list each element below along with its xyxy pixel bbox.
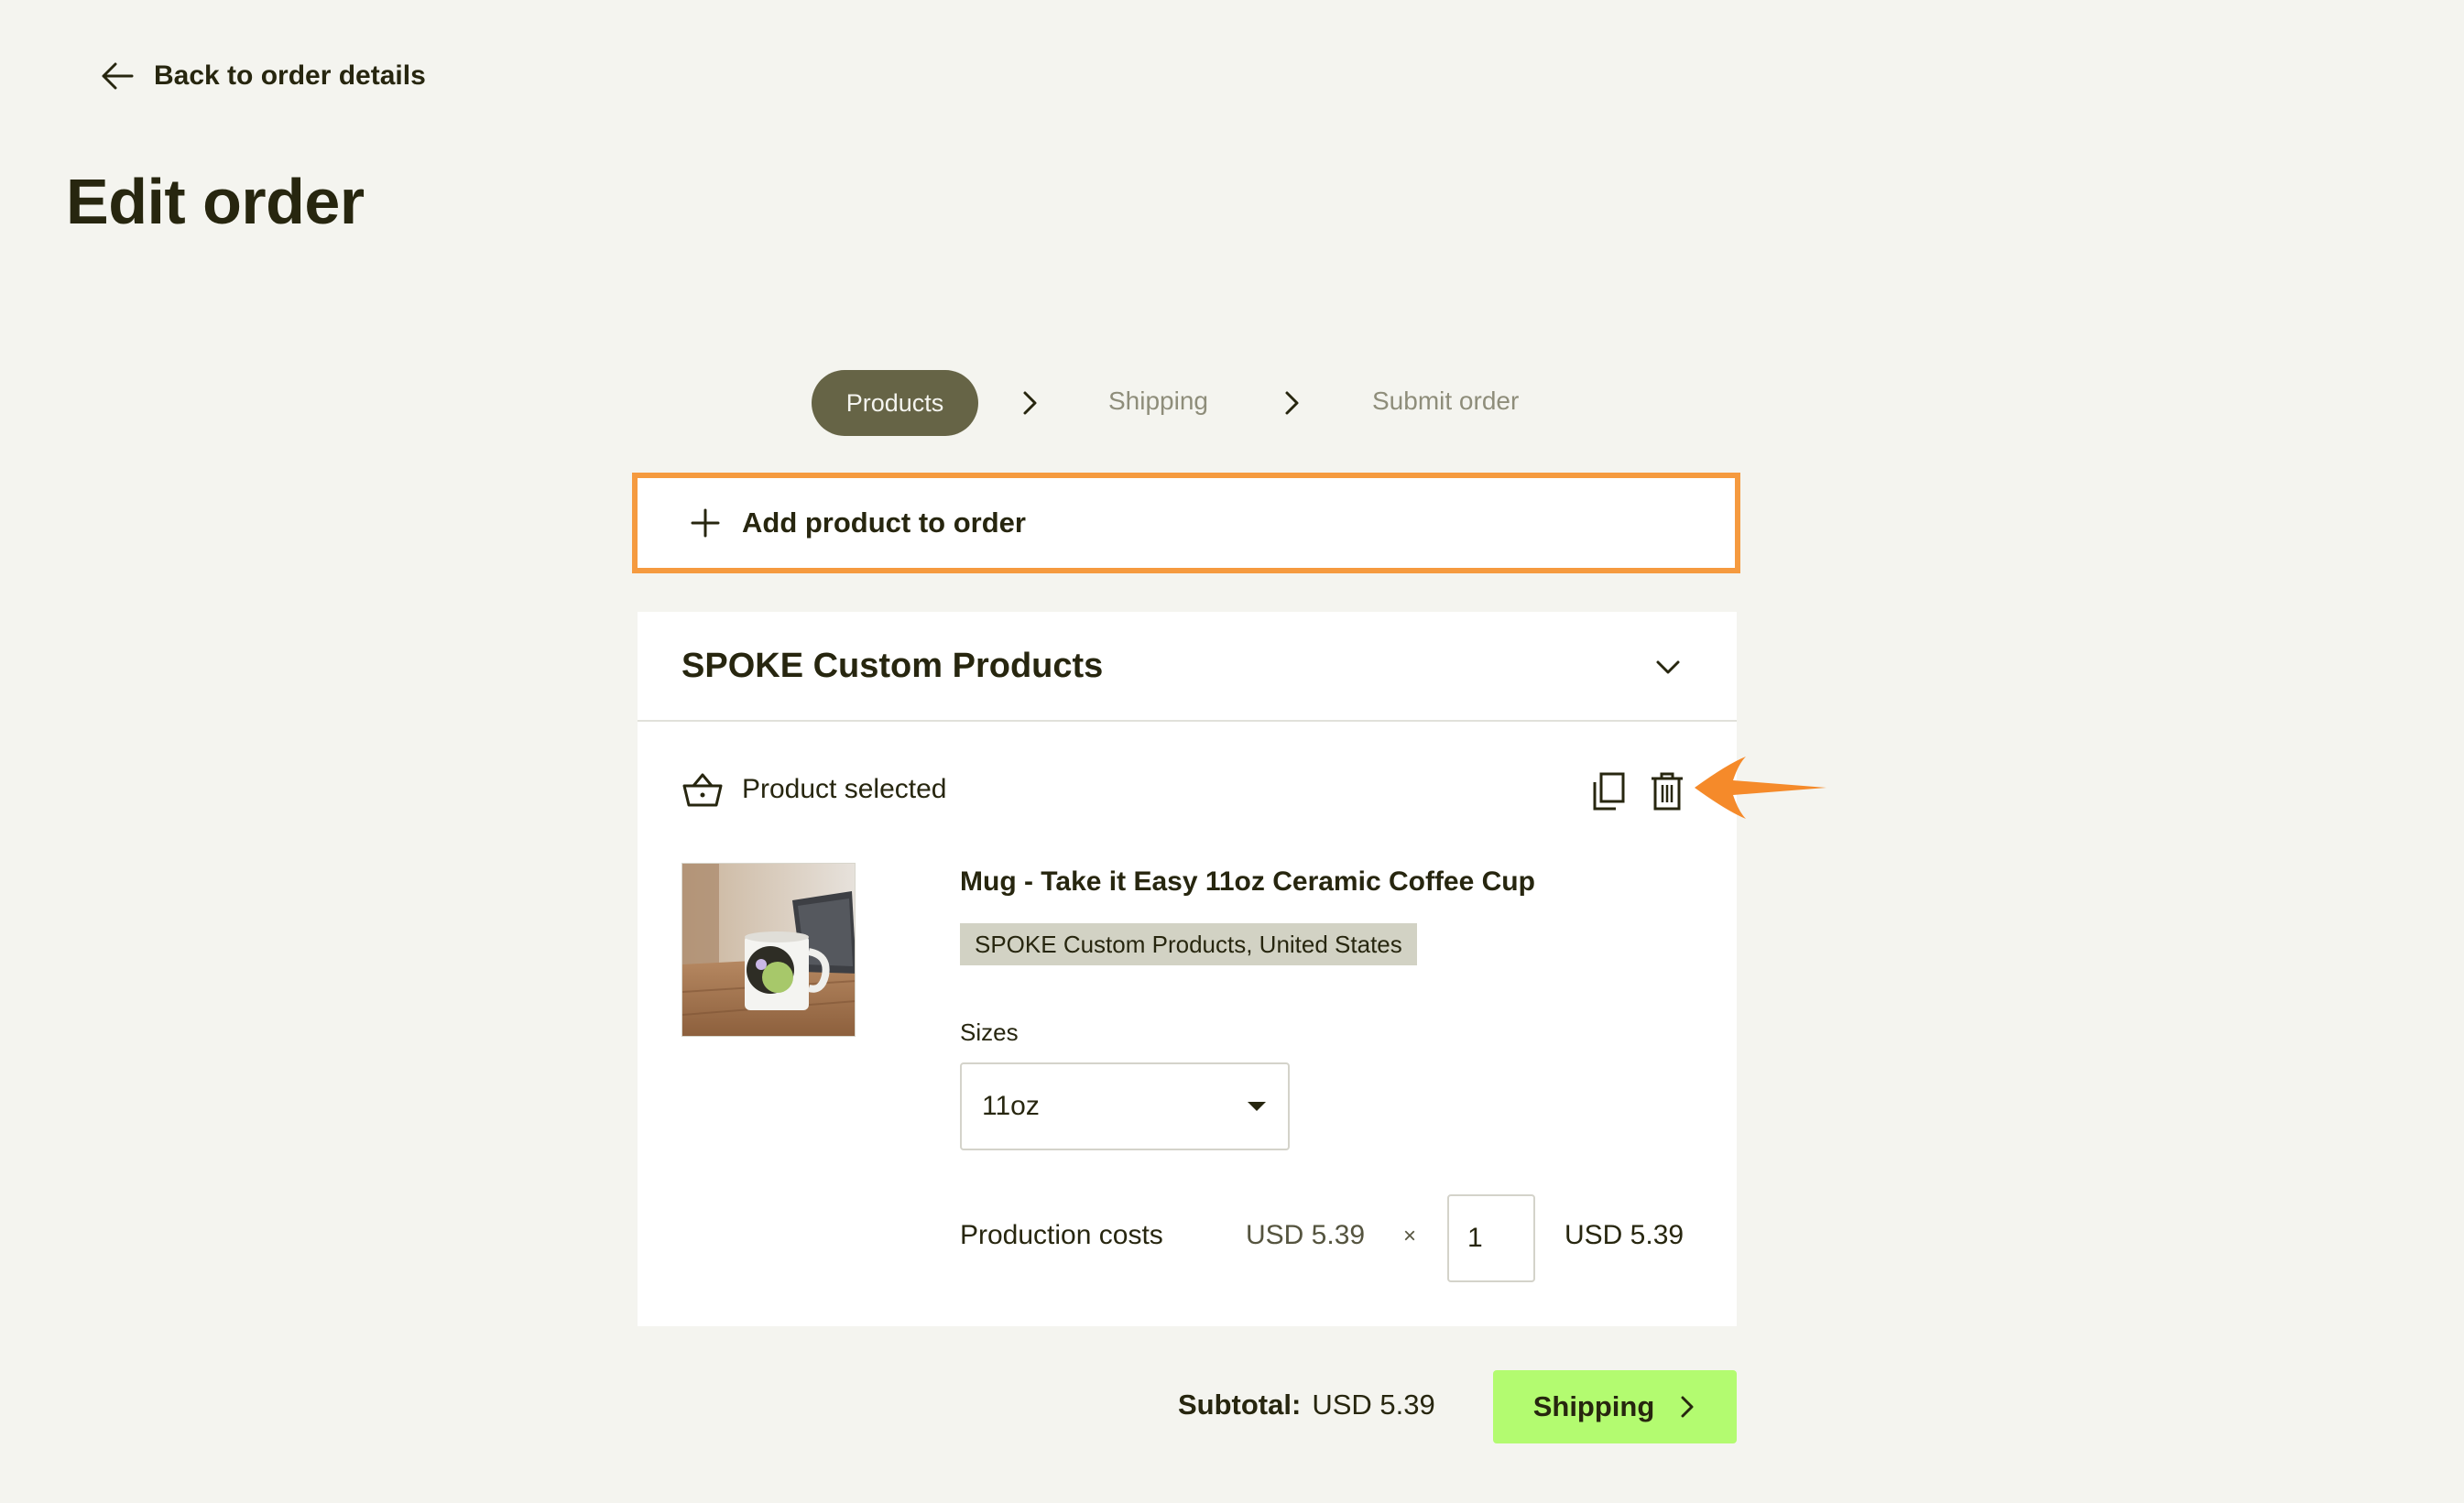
product-name: Mug - Take it Easy 11oz Ceramic Coffee C… <box>960 866 1535 897</box>
next-button-label: Shipping <box>1532 1390 1655 1422</box>
caret-down-icon <box>1248 1102 1266 1111</box>
subtotal-label: Subtotal: <box>1178 1389 1302 1421</box>
page-title: Edit order <box>66 166 365 237</box>
sizes-label: Sizes <box>960 1018 1019 1046</box>
basket-icon <box>682 773 723 807</box>
chevron-right-icon <box>1285 391 1299 415</box>
back-link-label: Back to order details <box>154 60 426 91</box>
unit-price: USD 5.39 <box>1246 1220 1366 1250</box>
step-products[interactable]: Products <box>812 370 978 436</box>
product-selected-status: Product selected <box>681 771 946 808</box>
product-selected-label: Product selected <box>742 774 947 804</box>
multiply-sign: × <box>1403 1224 1417 1248</box>
chevron-right-icon <box>1681 1396 1694 1418</box>
copy-icon[interactable] <box>1590 771 1627 811</box>
trash-icon[interactable] <box>1649 771 1685 811</box>
arrow-left-icon <box>102 62 134 90</box>
add-product-label: Add product to order <box>742 506 1026 539</box>
subtotal-value: USD 5.39 <box>1312 1389 1435 1421</box>
store-title: SPOKE Custom Products <box>681 646 1104 685</box>
store-card: SPOKE Custom Products Product selected M… <box>638 612 1737 1326</box>
production-costs-label: Production costs <box>960 1220 1163 1250</box>
quantity-input[interactable] <box>1447 1194 1535 1282</box>
store-card-header: SPOKE Custom Products <box>638 612 1737 722</box>
chevron-right-icon <box>1023 391 1037 415</box>
add-product-button[interactable]: Add product to order <box>632 473 1740 573</box>
product-store-tag: SPOKE Custom Products, United States <box>960 923 1417 965</box>
annotation-arrow <box>1695 757 1826 819</box>
line-total: USD 5.39 <box>1565 1220 1684 1250</box>
plus-icon <box>691 508 720 538</box>
step-submit-order[interactable]: Submit order <box>1372 387 1519 416</box>
product-thumbnail <box>681 863 856 1037</box>
back-to-order-link[interactable]: Back to order details <box>101 60 426 92</box>
size-select-value: 11oz <box>982 1091 1040 1121</box>
step-shipping[interactable]: Shipping <box>1108 387 1208 416</box>
size-select[interactable]: 11oz <box>960 1062 1290 1150</box>
chevron-down-icon[interactable] <box>1654 653 1682 681</box>
next-shipping-button[interactable]: Shipping <box>1493 1370 1737 1443</box>
subtotal: Subtotal: USD 5.39 <box>1178 1389 1435 1421</box>
